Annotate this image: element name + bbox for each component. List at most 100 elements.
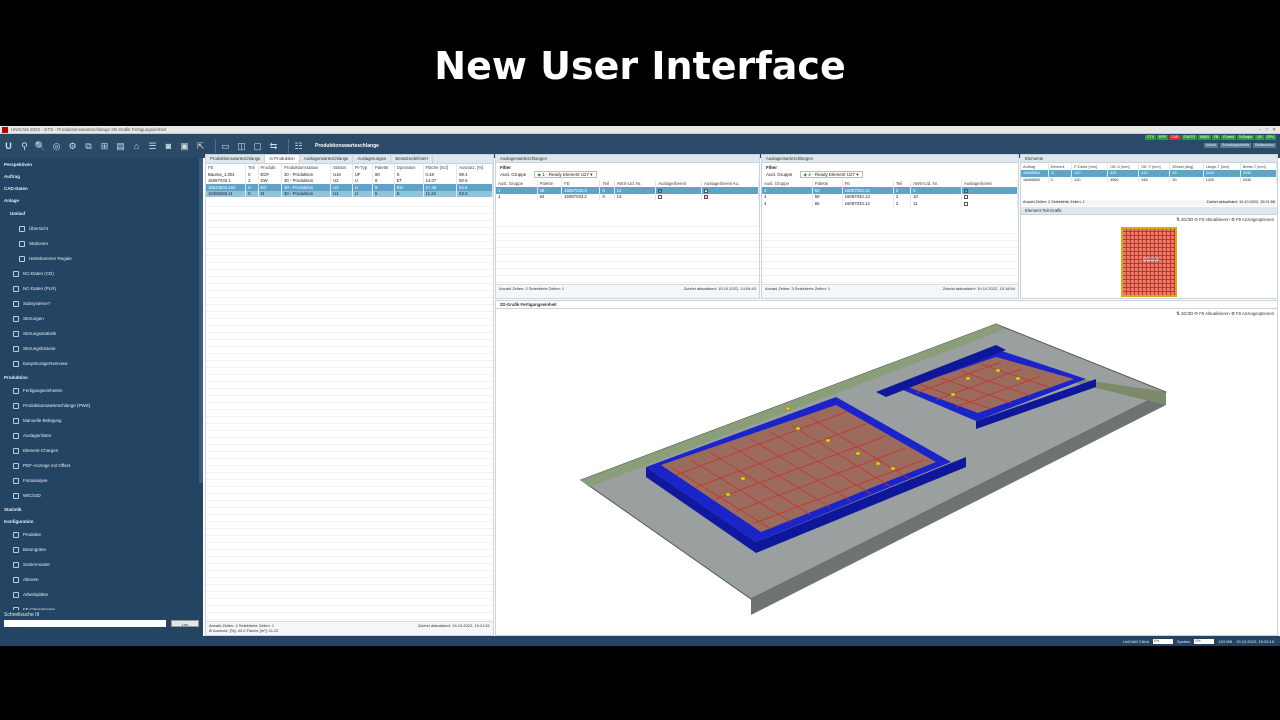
column-header[interactable]: Fläche [m2] [423,164,458,171]
column-header[interactable]: Palette [537,180,563,187]
status-badge[interactable]: CTX [1144,135,1156,140]
sidebar-item[interactable]: Produktionswarteschlange (PWS) [0,398,203,413]
column-header[interactable]: Off.-Y [mm] [1138,163,1171,170]
column-header[interactable]: Element [1048,163,1073,170]
sidebar-item[interactable]: Übersicht [0,221,203,236]
quick-search-input[interactable] [4,620,166,627]
auslagerbereit-checkbox[interactable] [963,201,968,206]
urlaub-button[interactable]: Urlaub [1203,143,1218,148]
tab-auslagerungen[interactable]: Auslagerungen [353,155,392,163]
column-header[interactable]: Ausl. Gruppe [762,180,813,187]
table-row[interactable]: 16085583 0 120 4560 945 90 1420 2930 [1021,176,1277,183]
element-graphic-options[interactable]: ⇅ 2D/3D ⟳ F5 Aktualisieren ⚙ F8 Anzeigeo… [1176,217,1274,223]
sidebar-item[interactable]: Sortiermuster [0,557,203,572]
column-header[interactable]: P-Dicke [mm] [1071,163,1109,170]
column-header[interactable]: Ausl. Gruppe [496,180,538,187]
auslagerbereit-checkbox[interactable] [963,195,968,200]
maximize-button[interactable]: □ [1266,127,1269,133]
sidebar-item[interactable]: Perspektiven [0,158,203,170]
sidebar-item[interactable]: Element-Chargen [0,443,203,458]
layout-icon[interactable]: ▭ [220,141,231,152]
column-header[interactable]: Winkel [deg] [1169,163,1204,170]
column-header[interactable]: Auslagerbereit [655,180,703,187]
column-header[interactable]: Auftrag [1021,163,1049,170]
sidebar-scrollbar[interactable] [199,158,203,483]
window-icon[interactable]: ▣ [179,141,190,152]
sidebar-item[interactable]: Arbeitspläne [0,587,203,602]
auslagerbereit-checkbox[interactable] [963,188,968,193]
grid-icon[interactable]: ⊞ [99,141,110,152]
status-badge[interactable]: LB [1255,135,1264,140]
settings-icon[interactable]: ⚙ [67,141,78,152]
status-badge[interactable]: ToGraph [1236,135,1255,140]
column-header[interactable]: Breite-T [mm] [1240,163,1277,170]
status-badge[interactable]: FLeitst [1221,135,1236,140]
close-button[interactable]: ✕ [1272,127,1276,133]
column-header[interactable]: Auslagerbereit [961,180,1018,187]
sidebar-item[interactable]: Anlage [0,194,203,206]
sidebar-item[interactable]: WilCh3D [0,488,203,503]
quick-search-button[interactable]: Los [171,620,199,627]
sidebar-item[interactable]: Produkte [0,527,203,542]
sidebar-item[interactable]: Produktion [0,371,203,383]
column-header[interactable]: AWS-Ltd. Nr. [614,180,657,187]
bettamodus-button[interactable]: Bettamodus [1253,143,1276,148]
auslagerbereit-checkbox[interactable] [704,195,709,200]
column-header[interactable]: Teil [599,180,615,187]
column-header[interactable]: FE [842,180,894,187]
sidebar-item[interactable]: Fotoanalyse [0,473,203,488]
tab-benutzerdefiniert[interactable]: Benutzerdefiniert [391,155,433,163]
home-icon[interactable]: ⌂ [131,141,142,152]
tab-in-produktion[interactable]: In Produktion [265,155,300,163]
sidebar-item[interactable]: Härtekammer Regale [0,251,203,266]
sidebar-item[interactable]: Auftrag [0,170,203,182]
column-header[interactable]: Ausnutz. [%] [456,164,493,171]
sidebar-item[interactable]: CAD-Daten [0,182,203,194]
status-badge[interactable]: FAUTO [1181,135,1198,140]
column-header[interactable]: Station [330,164,353,171]
status-badge[interactable]: CPU [1264,135,1276,140]
column-header[interactable]: Palette [812,180,843,187]
sidebar-item[interactable]: Störungen [0,311,203,326]
split-icon[interactable]: ◫ [236,141,247,152]
table-row[interactable]: 4 66 16087033.14 2 11 [762,200,1018,207]
transfer-icon[interactable]: ⇆ [268,141,279,152]
auslagerbereit-checkbox[interactable] [658,195,663,200]
column-header[interactable]: Pt-Typ [352,164,374,171]
column-header[interactable]: Palette [372,164,395,171]
export-icon[interactable]: ⇱ [195,141,206,152]
status-badge[interactable]: MAIN [1198,135,1211,140]
status-badge[interactable]: ERP [1156,135,1169,140]
column-header[interactable]: Produkt [258,164,283,171]
sidebar-item[interactable]: PDF-Anzeige mit Offset [0,458,203,473]
sidebar-item[interactable]: Statistik [0,503,203,515]
sidebar-item[interactable]: NC-Daten (CD) [0,266,203,281]
group-select[interactable]: ◆ 4 - Ready Element U27 ▾ [799,171,863,178]
sidebar-item[interactable]: EasyStorageOverview [0,356,203,371]
sidebar-item[interactable]: Umlauf [0,206,203,221]
sidebar-item[interactable]: Fertigungseinheiten [0,383,203,398]
group-select[interactable]: ◆ 1 - Ready Element U27 ▾ [533,171,597,178]
target-icon[interactable]: ◎ [51,141,62,152]
minimize-button[interactable]: – [1259,127,1262,133]
sidebar-item[interactable]: Betongüten [0,542,203,557]
monitor-icon[interactable]: ▢ [252,141,263,152]
auslagerbereit-checkbox[interactable] [704,188,709,193]
sidebar-item[interactable]: Subsysteme? [0,296,203,311]
column-header[interactable]: Auslagerbereit Au. [701,180,759,187]
camera-icon[interactable]: ◙ [163,141,174,152]
search-icon[interactable]: 🔍 [35,141,46,152]
status-badge[interactable]: FB [1211,135,1221,140]
table-row[interactable]: 1 64 16087033.2 0 13 [496,193,759,200]
sidebar-item[interactable]: Störungsstatistik [0,326,203,341]
sidebar-item[interactable]: Auslagerlisten [0,428,203,443]
tab-produktionswarteschlange[interactable]: Produktionswarteschlange [206,155,266,163]
column-header[interactable]: AWS-Ltd. Nr. [910,180,962,187]
pin-icon[interactable]: ⚲ [19,141,30,152]
status-badge[interactable]: CAD [1169,135,1181,140]
column-header[interactable]: FE [561,180,601,187]
network-icon[interactable]: ⧉ [83,141,94,152]
table-row[interactable]: 16365565.11 0 M 30 - Produktion U1 U 5 S 11.22 63… [206,190,493,197]
column-header[interactable]: Off.-X [mm] [1107,163,1140,170]
chart-icon[interactable]: ▤ [115,141,126,152]
